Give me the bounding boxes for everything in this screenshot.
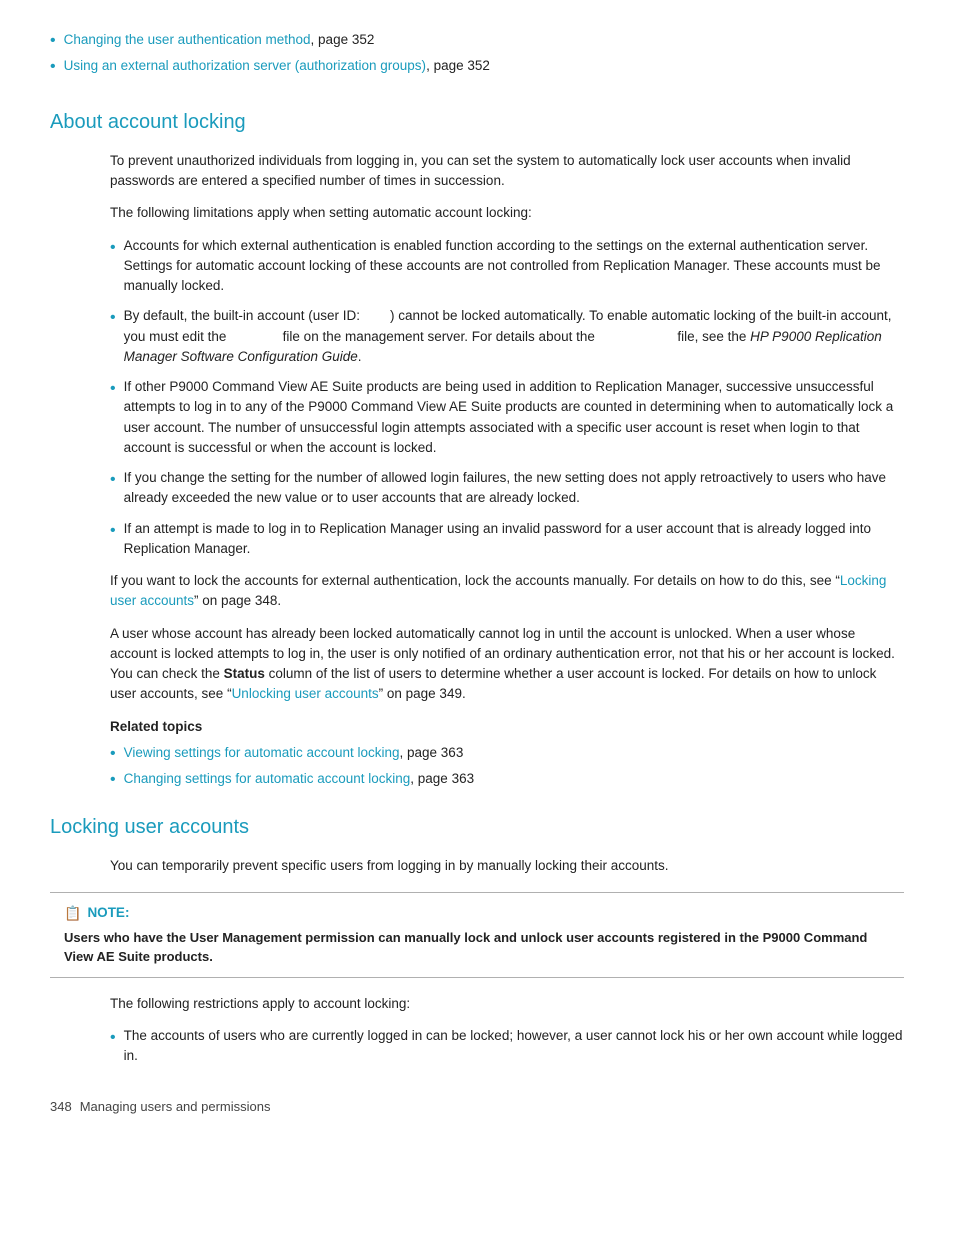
about-bullet-list: • Accounts for which external authentica…	[110, 236, 904, 560]
about-btext-2: By default, the built-in account (user I…	[124, 306, 904, 367]
about-bdot-4: •	[110, 468, 116, 491]
locking-intro-paragraph: You can temporarily prevent specific use…	[50, 856, 904, 876]
locking-section-heading: Locking user accounts	[50, 812, 904, 842]
about-btext-3: If other P9000 Command View AE Suite pro…	[124, 377, 904, 458]
about-intro-paragraph: To prevent unauthorized individuals from…	[50, 151, 904, 192]
page-footer: 348 Managing users and permissions	[50, 1097, 904, 1117]
top-link-2-anchor[interactable]: Using an external authorization server (…	[64, 58, 426, 73]
top-link-item-1: • Changing the user authentication metho…	[50, 30, 904, 52]
related-link-1: Viewing settings for automatic account l…	[124, 743, 464, 763]
about-bullet-2: • By default, the built-in account (user…	[110, 306, 904, 367]
locking-btext-1: The accounts of users who are currently …	[124, 1026, 904, 1067]
about-bdot-2: •	[110, 306, 116, 329]
note-text: Users who have the User Management permi…	[64, 928, 890, 967]
locking-restrictions-intro: The following restrictions apply to acco…	[50, 994, 904, 1014]
note-label: NOTE:	[87, 903, 129, 923]
top-link-2-text: Using an external authorization server (…	[64, 56, 490, 76]
related-link-1-anchor[interactable]: Viewing settings for automatic account l…	[124, 745, 400, 760]
about-locked-user-para: A user whose account has already been lo…	[50, 624, 904, 705]
note-icon: 📋	[64, 903, 81, 924]
related-links-list: • Viewing settings for automatic account…	[110, 743, 904, 792]
about-bdot-5: •	[110, 519, 116, 542]
related-bdot-1: •	[110, 743, 116, 765]
locking-user-accounts-link[interactable]: Locking user accounts	[110, 573, 886, 608]
related-link-2-anchor[interactable]: Changing settings for automatic account …	[124, 771, 411, 786]
related-link-item-2: • Changing settings for automatic accoun…	[110, 769, 904, 791]
about-external-auth-para: If you want to lock the accounts for ext…	[50, 571, 904, 612]
locking-user-accounts-section: Locking user accounts You can temporaril…	[50, 812, 904, 1067]
status-bold: Status	[224, 666, 265, 681]
note-box: 📋 NOTE: Users who have the User Manageme…	[50, 892, 904, 978]
locking-bdot-1: •	[110, 1026, 116, 1049]
bullet-dot-2: •	[50, 56, 56, 78]
unlocking-user-accounts-link[interactable]: Unlocking user accounts	[232, 686, 379, 701]
about-btext-1: Accounts for which external authenticati…	[124, 236, 904, 297]
top-link-1-text: Changing the user authentication method,…	[64, 30, 375, 50]
note-header: 📋 NOTE:	[64, 903, 890, 924]
page-number: 348	[50, 1097, 72, 1117]
related-link-2: Changing settings for automatic account …	[124, 769, 474, 789]
top-link-1-anchor[interactable]: Changing the user authentication method	[64, 32, 311, 47]
about-bdot-1: •	[110, 236, 116, 259]
about-bullet-5: • If an attempt is made to log in to Rep…	[110, 519, 904, 560]
related-bdot-2: •	[110, 769, 116, 791]
bullet-dot-1: •	[50, 30, 56, 52]
about-bullet-3: • If other P9000 Command View AE Suite p…	[110, 377, 904, 458]
related-link-item-1: • Viewing settings for automatic account…	[110, 743, 904, 765]
footer-text: Managing users and permissions	[80, 1097, 271, 1117]
top-links-section: • Changing the user authentication metho…	[50, 30, 904, 79]
related-topics-heading: Related topics	[110, 717, 904, 737]
about-limitations-intro: The following limitations apply when set…	[50, 203, 904, 223]
top-link-item-2: • Using an external authorization server…	[50, 56, 904, 78]
about-bullet-4: • If you change the setting for the numb…	[110, 468, 904, 509]
about-bdot-3: •	[110, 377, 116, 400]
locking-bullet-1: • The accounts of users who are currentl…	[110, 1026, 904, 1067]
locking-bullet-list: • The accounts of users who are currentl…	[110, 1026, 904, 1067]
about-account-locking-section: About account locking To prevent unautho…	[50, 107, 904, 792]
about-btext-4: If you change the setting for the number…	[124, 468, 904, 509]
about-bullet-1: • Accounts for which external authentica…	[110, 236, 904, 297]
about-btext-5: If an attempt is made to log in to Repli…	[124, 519, 904, 560]
about-section-heading: About account locking	[50, 107, 904, 137]
